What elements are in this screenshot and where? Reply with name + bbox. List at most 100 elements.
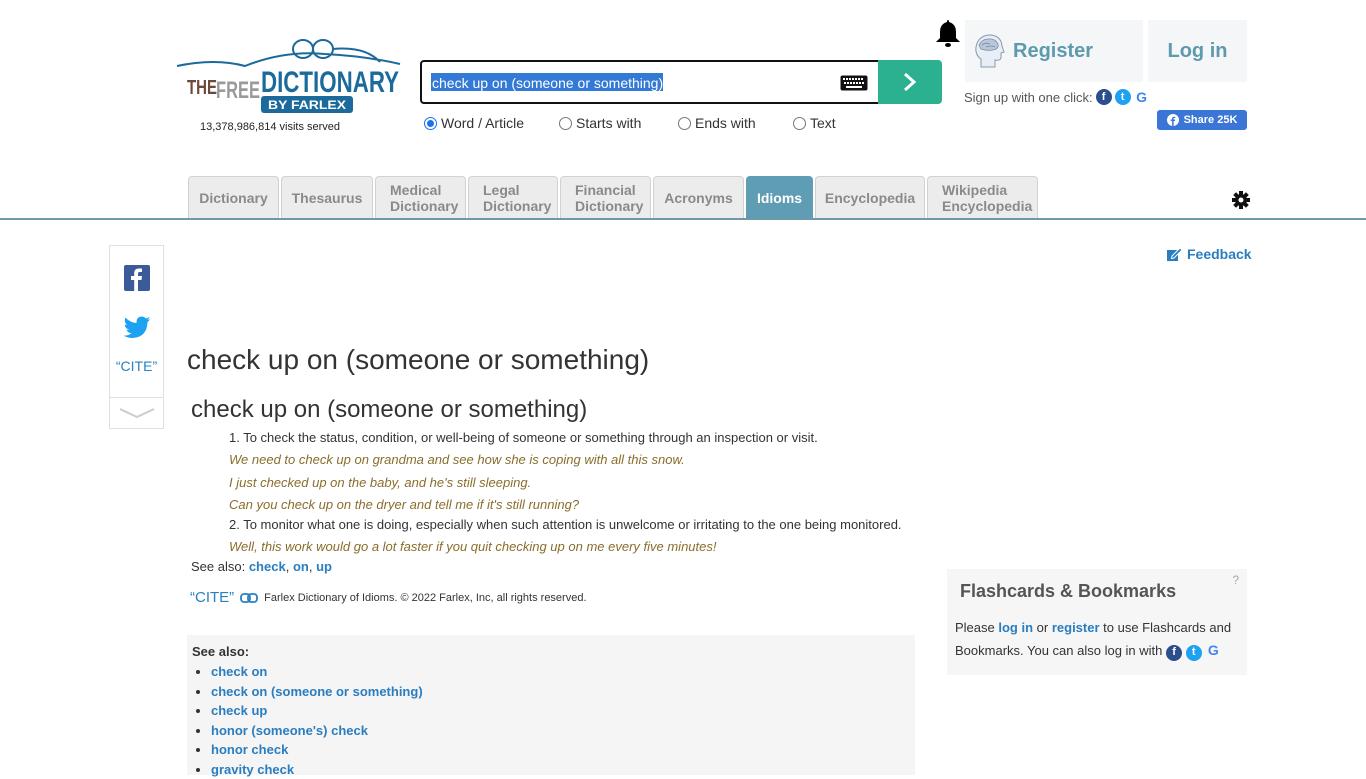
radio-text[interactable]: Text (793, 115, 836, 131)
twitter-share-icon[interactable] (123, 316, 151, 340)
tab-label: Thesaurus (292, 190, 363, 206)
radio-button[interactable] (678, 117, 691, 130)
radio-label: Text (810, 115, 836, 131)
facebook-share-icon[interactable] (124, 265, 150, 291)
register-label: Register (1013, 40, 1093, 63)
facebook-icon (124, 265, 150, 291)
cite-button[interactable]: “CITE” (110, 358, 163, 374)
see-also-label: See also: (191, 559, 245, 574)
tab-label: Acronyms (664, 190, 732, 206)
see-also-item-link[interactable]: check on (someone or something) (211, 684, 423, 699)
signup-text: Sign up with one click: (964, 90, 1093, 105)
text: or (1033, 620, 1052, 635)
chevron-down-icon[interactable] (118, 406, 156, 420)
tab-label: Idioms (757, 190, 802, 206)
tab-financial-dictionary[interactable]: Financial Dictionary (560, 176, 651, 219)
facebook-share-button[interactable]: Share 25K (1157, 110, 1247, 130)
see-also-box: See also: check on check on (someone or … (187, 635, 915, 775)
text: Please (955, 620, 998, 635)
see-also-list: check on check on (someone or something)… (192, 662, 910, 779)
visits-counter: 13,378,986,814 visits served (200, 121, 340, 133)
tab-dictionary[interactable]: Dictionary (188, 176, 279, 219)
divider (110, 397, 163, 398)
logo-graphic: THE FREE DICTIONARY BY FARLEX (175, 36, 407, 116)
see-also-item-link[interactable]: honor (someone's) check (211, 723, 368, 738)
gear-icon[interactable] (1232, 191, 1250, 209)
radio-button[interactable] (424, 117, 437, 130)
definition-2: 2. To monitor what one is doing, especia… (229, 517, 902, 532)
list-item: check on (211, 662, 910, 682)
facebook-icon (1167, 114, 1179, 126)
example-sentence: We need to check up on grandma and see h… (229, 452, 685, 467)
logo-dictionary: DICTIONARY (261, 66, 399, 99)
signup-one-click: Sign up with one click: f t G (964, 89, 1150, 105)
tab-legal-dictionary[interactable]: Legal Dictionary (468, 176, 558, 219)
tab-thesaurus[interactable]: Thesaurus (281, 176, 373, 219)
cite-link[interactable]: “CITE” (190, 589, 234, 606)
tab-label: Legal Dictionary (483, 182, 551, 214)
feedback-link[interactable]: Feedback (1166, 246, 1252, 262)
tab-idioms[interactable]: Idioms (746, 176, 813, 219)
keyboard-icon[interactable] (840, 75, 868, 91)
see-also-item-link[interactable]: gravity check (211, 762, 294, 777)
login-label: Log in (1168, 40, 1228, 63)
logo-by-farlex: BY FARLEX (268, 98, 346, 112)
see-also-heading: See also: (192, 644, 910, 659)
radio-label: Word / Article (441, 115, 524, 131)
radio-button[interactable] (559, 117, 572, 130)
see-also-item-link[interactable]: check on (211, 664, 267, 679)
radio-button[interactable] (793, 117, 806, 130)
notification-bell-icon[interactable] (934, 18, 962, 48)
register-button[interactable]: Register (965, 20, 1143, 82)
see-also-item-link[interactable]: honor check (211, 742, 288, 757)
radio-label: Starts with (576, 115, 641, 131)
login-button[interactable]: Log in (1148, 20, 1247, 82)
tab-label: Wikipedia Encyclopedia (942, 182, 1032, 214)
facebook-icon[interactable]: f (1166, 645, 1182, 661)
citation: “CITE” Farlex Dictionary of Idioms. © 20… (190, 589, 587, 606)
chevron-right-icon (902, 71, 918, 93)
flashcards-login-link[interactable]: log in (998, 620, 1033, 635)
example-sentence: Well, this work would go a lot faster if… (229, 539, 717, 554)
search-button[interactable] (878, 60, 942, 104)
tab-label: Financial Dictionary (575, 182, 643, 214)
see-also-inline: See also: check, on, up (191, 559, 332, 574)
share-label: Share 25K (1184, 114, 1238, 126)
logo-free: FREE (216, 77, 260, 104)
copyright-credit: Farlex Dictionary of Idioms. © 2022 Farl… (264, 592, 586, 604)
tab-encyclopedia[interactable]: Encyclopedia (815, 176, 925, 219)
search-box (420, 60, 880, 104)
link-icon[interactable] (240, 593, 258, 603)
logo-the: THE (187, 77, 217, 99)
radio-starts-with[interactable]: Starts with (559, 115, 641, 131)
see-also-link-check[interactable]: check (249, 559, 286, 574)
see-also-link-on[interactable]: on (293, 559, 309, 574)
google-icon[interactable]: G (1134, 89, 1150, 105)
list-item: check on (someone or something) (211, 682, 910, 702)
facebook-icon[interactable]: f (1096, 89, 1112, 105)
brain-head-icon (973, 33, 1005, 69)
tab-acronyms[interactable]: Acronyms (653, 176, 744, 219)
twitter-icon[interactable]: t (1115, 89, 1131, 105)
google-icon[interactable]: G (1205, 643, 1221, 659)
list-item: check up (211, 701, 910, 721)
edit-note-icon (1166, 246, 1182, 262)
search-input[interactable] (430, 72, 830, 94)
flashcards-register-link[interactable]: register (1052, 620, 1100, 635)
feedback-label: Feedback (1187, 246, 1252, 262)
help-icon[interactable]: ? (1232, 573, 1239, 587)
list-item: honor check (211, 740, 910, 760)
tab-medical-dictionary[interactable]: Medical Dictionary (375, 176, 466, 219)
site-logo[interactable]: THE FREE DICTIONARY BY FARLEX (175, 36, 407, 116)
radio-word-article[interactable]: Word / Article (424, 115, 524, 131)
twitter-icon[interactable]: t (1186, 645, 1202, 661)
see-also-item-link[interactable]: check up (211, 703, 267, 718)
tab-wikipedia-encyclopedia[interactable]: Wikipedia Encyclopedia (927, 176, 1038, 219)
see-also-link-up[interactable]: up (316, 559, 332, 574)
page-title: check up on (someone or something) (187, 344, 649, 376)
radio-ends-with[interactable]: Ends with (678, 115, 756, 131)
example-sentence: I just checked up on the baby, and he's … (229, 475, 531, 490)
tabs-underline (0, 218, 1366, 220)
share-sidebar: “CITE” (109, 245, 164, 429)
tab-label: Medical Dictionary (390, 182, 458, 214)
